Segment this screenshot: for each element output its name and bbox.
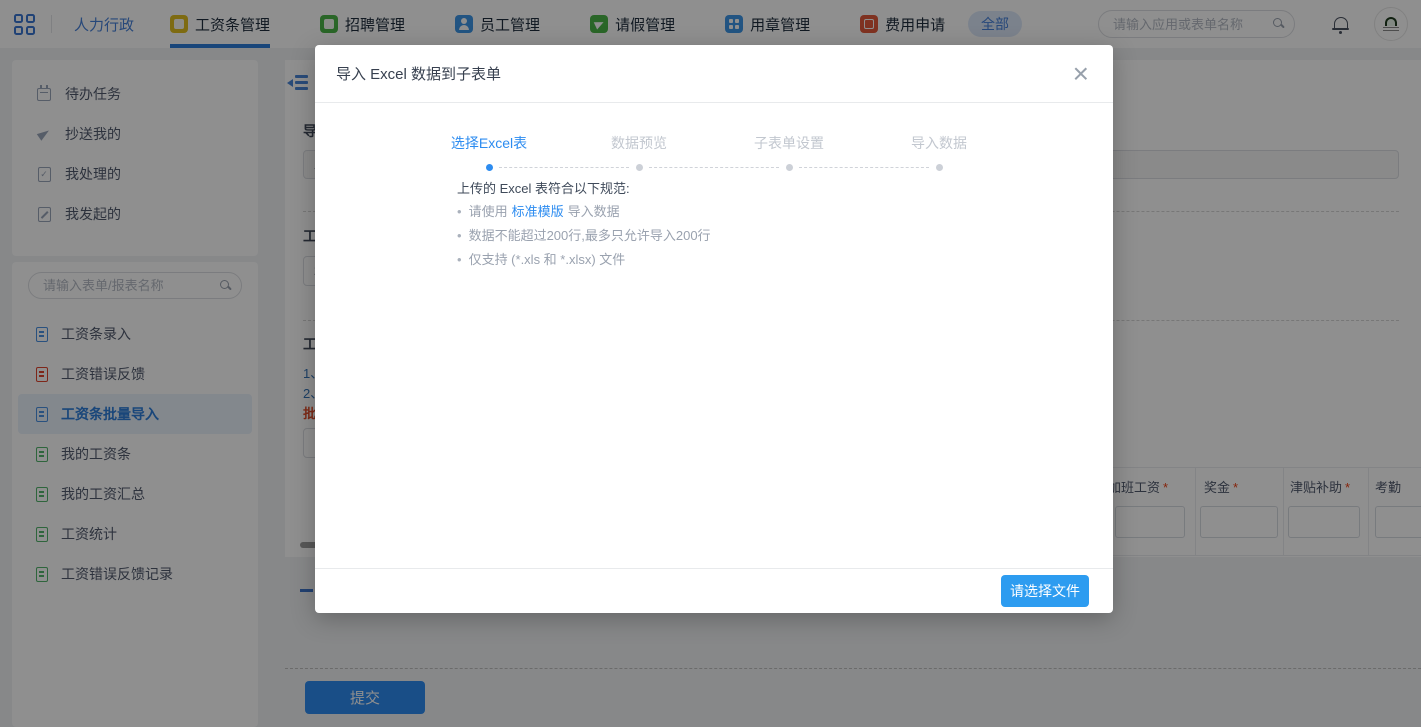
step-data-preview: 数据预览 [559,133,719,153]
step-connector [649,167,779,168]
upload-spec-title: 上传的 Excel 表符合以下规范: [457,178,630,197]
rule-row-limit: •数据不能超过200行,最多只允许导入200行 [457,225,711,244]
rule-file-types: •仅支持 (*.xls 和 *.xlsx) 文件 [457,249,625,268]
step-dot-4 [936,164,943,171]
modal-title: 导入 Excel 数据到子表单 [336,63,501,84]
step-dot-3 [786,164,793,171]
import-excel-modal: 导入 Excel 数据到子表单 × 选择Excel表 数据预览 子表单设置 导入… [315,45,1113,613]
step-dot-2 [636,164,643,171]
bullet: • [457,204,462,219]
choose-file-button[interactable]: 请选择文件 [1001,575,1089,607]
step-import-data: 导入数据 [859,133,1019,153]
modal-header: 导入 Excel 数据到子表单 × [315,45,1113,103]
bullet: • [457,252,462,267]
step-connector [799,167,929,168]
step-select-excel: 选择Excel表 [409,133,569,153]
step-dot-1 [486,164,493,171]
standard-template-link[interactable]: 标准模版 [512,204,564,219]
modal-footer: 请选择文件 [315,568,1113,613]
rule-use-template: •请使用标准模版导入数据 [457,201,620,220]
bullet: • [457,228,462,243]
step-connector [499,167,629,168]
step-subform-settings: 子表单设置 [709,133,869,153]
close-icon[interactable]: × [1073,62,1089,86]
